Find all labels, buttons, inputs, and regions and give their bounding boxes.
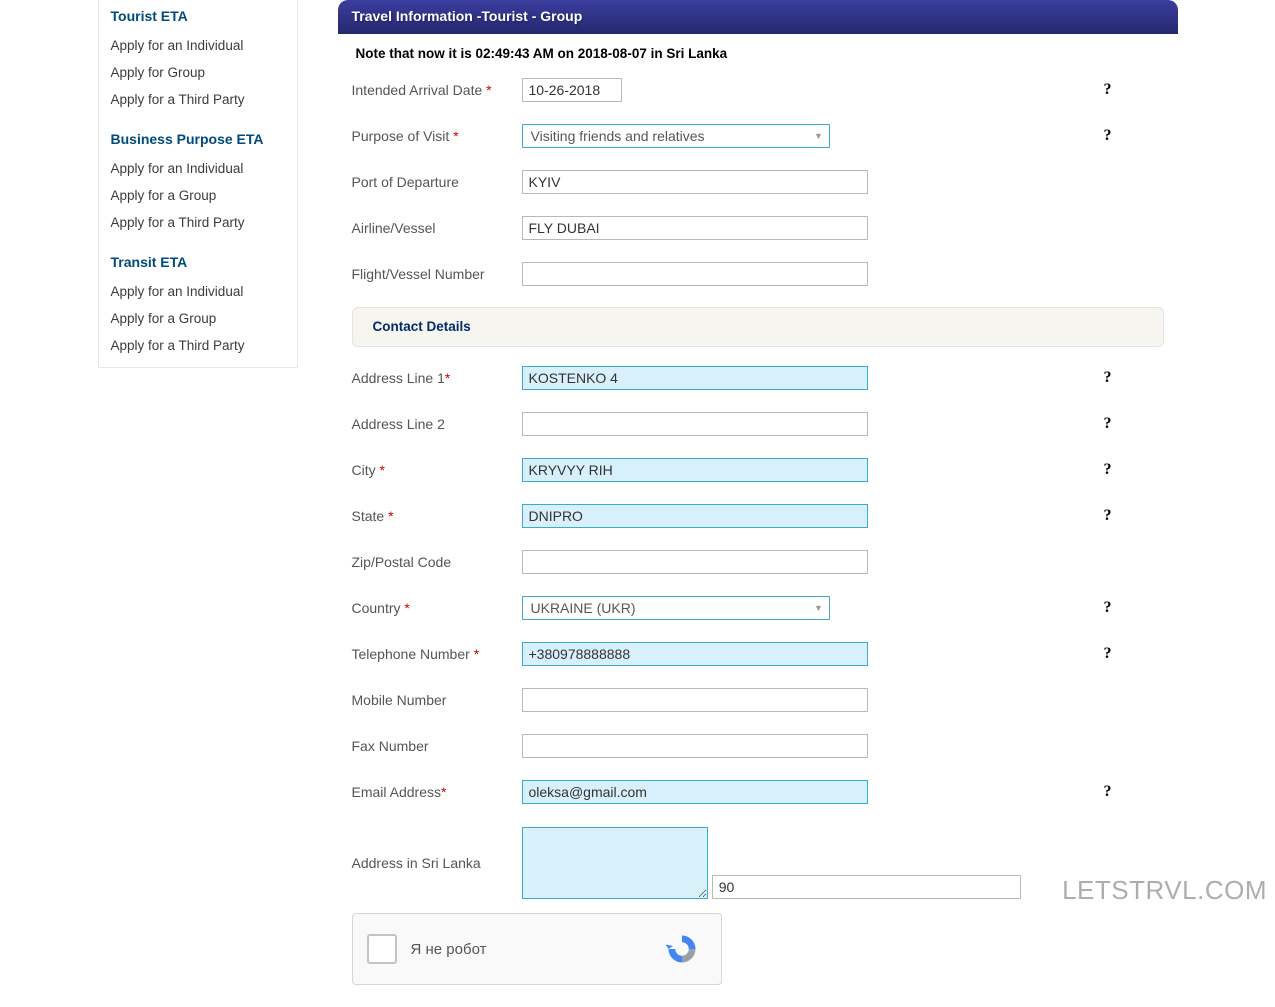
sidebar-link-tourist-third-party[interactable]: Apply for a Third Party [111,86,285,113]
label-email: Email Address* [352,784,522,800]
textarea-sl-addr[interactable] [522,827,708,899]
input-arrival-date[interactable] [522,78,622,102]
input-fax[interactable] [522,734,868,758]
chevron-down-icon: ▼ [809,131,829,141]
row-arrival-date: Intended Arrival Date * ? [352,67,1164,113]
help-icon-addr1[interactable]: ? [1104,369,1112,387]
time-note: Note that now it is 02:49:43 AM on 2018-… [338,34,1178,67]
input-zip[interactable] [522,550,868,574]
row-port: Port of Departure [352,159,1164,205]
sidebar-heading-business-eta: Business Purpose ETA [111,131,285,147]
input-airline[interactable] [522,216,868,240]
chevron-down-icon: ▼ [809,603,829,613]
input-city[interactable] [522,458,868,482]
sidebar-link-business-third-party[interactable]: Apply for a Third Party [111,209,285,236]
row-mobile: Mobile Number [352,677,1164,723]
label-purpose: Purpose of Visit * [352,128,522,144]
sidebar-link-business-group[interactable]: Apply for a Group [111,182,285,209]
row-addr1: Address Line 1* ? [352,355,1164,401]
sidebar-link-transit-individual[interactable]: Apply for an Individual [111,278,285,305]
input-email[interactable] [522,780,868,804]
input-port[interactable] [522,170,868,194]
sidebar-link-transit-third-party[interactable]: Apply for a Third Party [111,332,285,359]
char-count [712,875,1021,899]
row-country: Country * UKRAINE (UKR) ▼ ? [352,585,1164,631]
help-icon-arrival[interactable]: ? [1104,81,1112,99]
row-state: State * ? [352,493,1164,539]
sidebar-heading-transit-eta: Transit ETA [111,254,285,270]
sidebar-nav: Tourist ETA Apply for an Individual Appl… [98,0,298,368]
row-telephone: Telephone Number * ? [352,631,1164,677]
help-icon-email[interactable]: ? [1104,783,1112,801]
sidebar-link-business-individual[interactable]: Apply for an Individual [111,155,285,182]
label-city: City * [352,462,522,478]
row-zip: Zip/Postal Code [352,539,1164,585]
label-zip: Zip/Postal Code [352,554,522,570]
row-addr2: Address Line 2 ? [352,401,1164,447]
label-mobile: Mobile Number [352,692,522,708]
sidebar-link-tourist-group[interactable]: Apply for Group [111,59,285,86]
recaptcha-label: Я не робот [411,941,657,958]
help-icon-country[interactable]: ? [1104,599,1112,617]
travel-form: Intended Arrival Date * ? Purpose of Vis… [338,67,1178,985]
section-contact-details: Contact Details [352,307,1164,347]
label-flight: Flight/Vessel Number [352,266,522,282]
label-telephone: Telephone Number * [352,646,522,662]
sidebar-link-tourist-individual[interactable]: Apply for an Individual [111,32,285,59]
sidebar-link-transit-group[interactable]: Apply for a Group [111,305,285,332]
section-contact-title: Contact Details [373,319,471,334]
main-content: Travel Information -Tourist - Group Note… [298,0,1178,995]
input-addr1[interactable] [522,366,868,390]
row-email: Email Address* ? [352,769,1164,815]
recaptcha-widget: Я не робот [352,913,722,985]
label-fax: Fax Number [352,738,522,754]
row-sl-addr: Address in Sri Lanka [352,815,1164,901]
help-icon-purpose[interactable]: ? [1104,127,1112,145]
select-country-value: UKRAINE (UKR) [523,600,809,616]
label-port: Port of Departure [352,174,522,190]
help-icon-addr2[interactable]: ? [1104,415,1112,433]
input-telephone[interactable] [522,642,868,666]
label-state: State * [352,508,522,524]
recaptcha-checkbox[interactable] [367,934,397,964]
select-purpose-value: Visiting friends and relatives [523,128,809,144]
label-sl-addr: Address in Sri Lanka [352,827,522,871]
select-purpose[interactable]: Visiting friends and relatives ▼ [522,124,830,148]
label-addr2: Address Line 2 [352,416,522,432]
row-purpose: Purpose of Visit * Visiting friends and … [352,113,1164,159]
row-fax: Fax Number [352,723,1164,769]
recaptcha-icon [657,931,707,967]
label-arrival-date: Intended Arrival Date * [352,82,522,98]
input-flight[interactable] [522,262,868,286]
help-icon-city[interactable]: ? [1104,461,1112,479]
label-addr1: Address Line 1* [352,370,522,386]
input-state[interactable] [522,504,868,528]
sidebar-heading-tourist-eta: Tourist ETA [111,8,285,24]
row-flight: Flight/Vessel Number [352,251,1164,297]
row-airline: Airline/Vessel [352,205,1164,251]
help-icon-telephone[interactable]: ? [1104,645,1112,663]
input-addr2[interactable] [522,412,868,436]
select-country[interactable]: UKRAINE (UKR) ▼ [522,596,830,620]
input-mobile[interactable] [522,688,868,712]
help-icon-state[interactable]: ? [1104,507,1112,525]
row-city: City * ? [352,447,1164,493]
label-country: Country * [352,600,522,616]
panel-header: Travel Information -Tourist - Group [338,0,1178,34]
label-airline: Airline/Vessel [352,220,522,236]
